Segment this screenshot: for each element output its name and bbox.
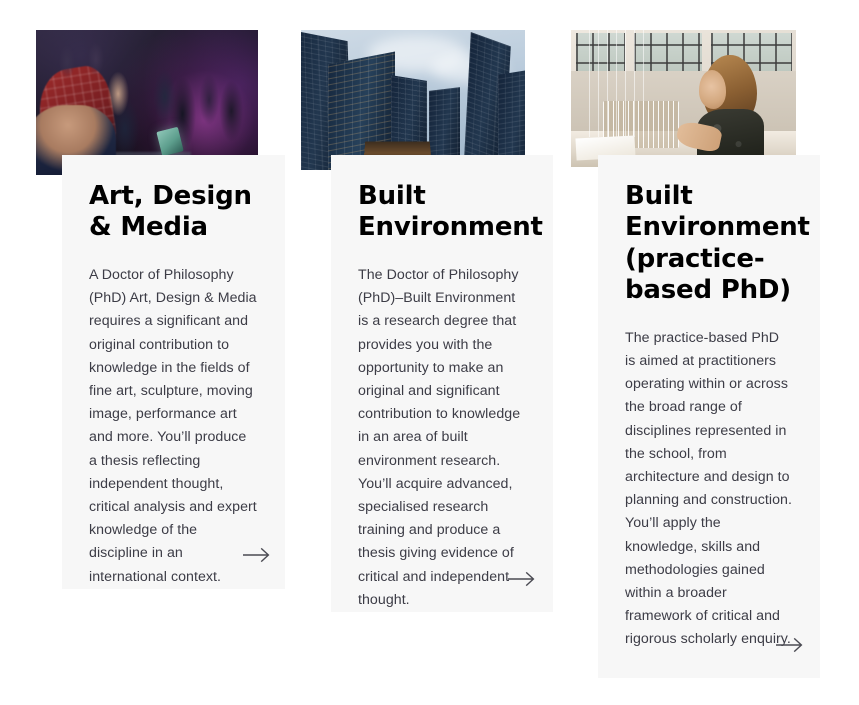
card-title: Art, Design & Media — [89, 181, 252, 243]
card-title: Built Environment — [358, 181, 543, 243]
photo-person-face — [698, 70, 727, 109]
arrow-right-icon[interactable] — [776, 637, 804, 653]
card-image-art-design-media — [36, 30, 258, 175]
course-card-built-environment[interactable]: Built Environment The Doctor of Philosop… — [331, 155, 553, 612]
course-card-built-environment-practice-based[interactable]: Built Environment (practice-based PhD) T… — [598, 155, 820, 678]
card-description: The practice-based PhD is aimed at pract… — [625, 329, 792, 648]
card-description: The Doctor of Philosophy (PhD)–Built Env… — [358, 266, 521, 608]
card-description: A Doctor of Philosophy (PhD) Art, Design… — [89, 266, 257, 585]
card-image-built-environment — [301, 30, 525, 170]
arrow-right-icon[interactable] — [508, 571, 536, 587]
photo-scene-skyscrapers — [301, 30, 525, 170]
photo-scene-media-event — [36, 30, 258, 175]
card-title: Built Environment (practice-based PhD) — [625, 181, 810, 306]
photo-hanging-strings — [589, 30, 652, 137]
card-image-built-environment-practice-based — [571, 30, 796, 167]
photo-person — [675, 54, 770, 167]
course-card-grid: Art, Design & Media A Doctor of Philosop… — [0, 0, 859, 705]
arrow-right-icon[interactable] — [243, 547, 271, 563]
photo-scene-architecture-studio — [571, 30, 796, 167]
course-card-art-design-media[interactable]: Art, Design & Media A Doctor of Philosop… — [62, 155, 285, 589]
